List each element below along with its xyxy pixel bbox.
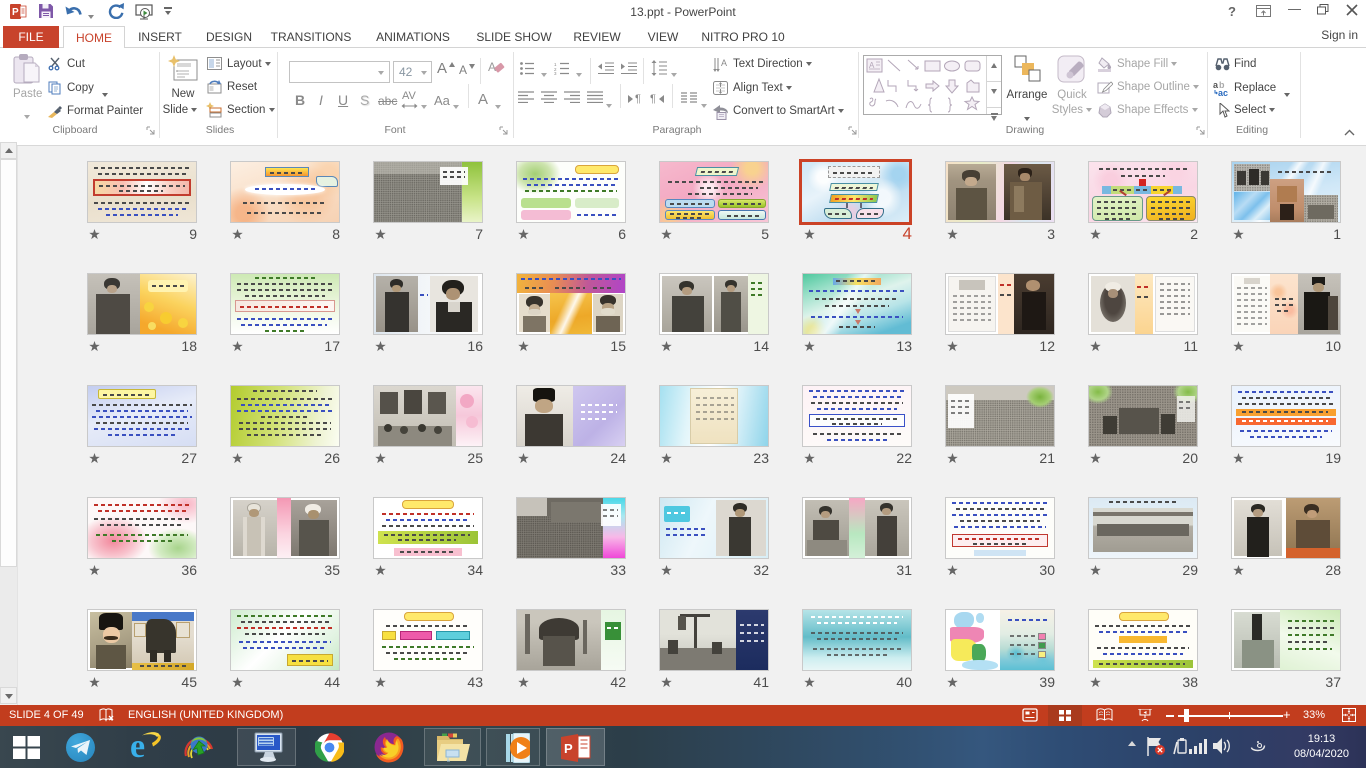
svg-text:3: 3 (554, 71, 557, 75)
svg-text:P: P (12, 7, 19, 18)
svg-text:ac: ac (1218, 88, 1228, 96)
svg-text:A: A (721, 58, 727, 68)
svg-text:P: P (564, 741, 573, 756)
svg-text:A: A (488, 60, 496, 74)
